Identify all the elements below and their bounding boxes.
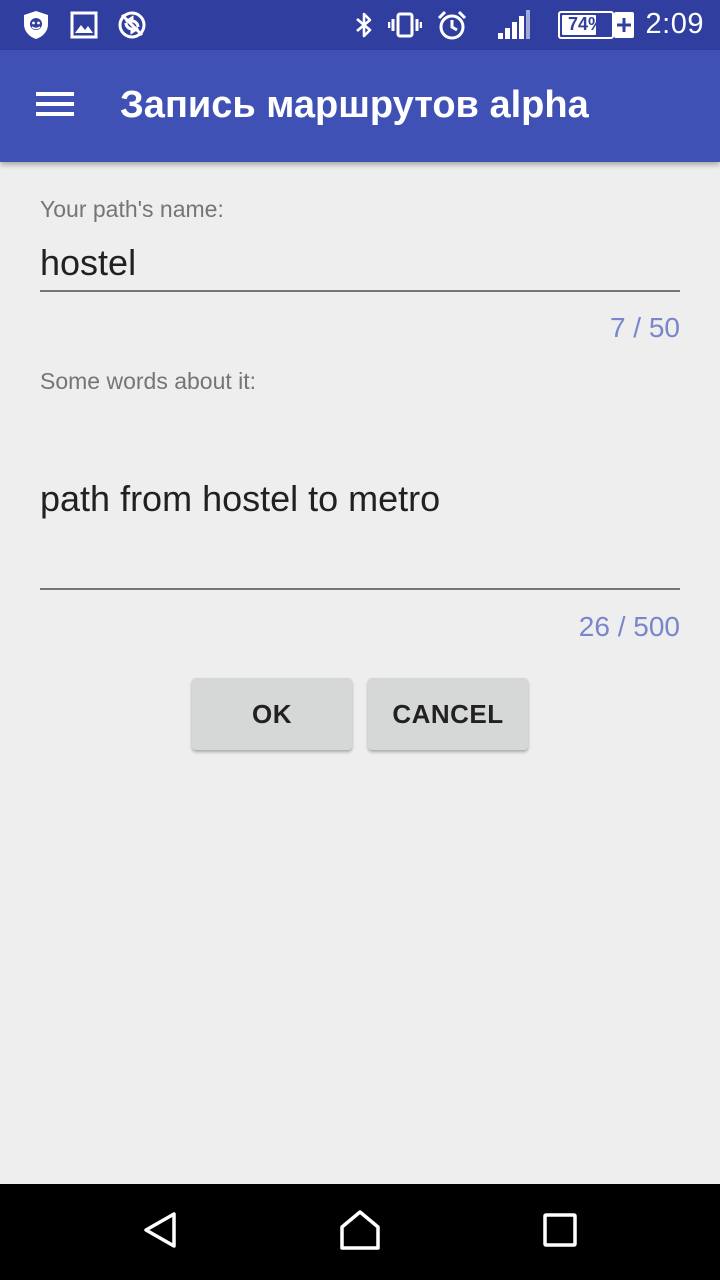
hamburger-menu-icon	[36, 89, 76, 124]
path-name-counter: 7 / 50	[609, 312, 680, 343]
cancel-button[interactable]: CANCEL	[368, 678, 528, 750]
app-bar: Запись маршрутов alpha	[0, 50, 720, 162]
image-icon	[68, 9, 100, 41]
app-title: Запись маршрутов alpha	[120, 84, 589, 126]
home-icon	[338, 1209, 382, 1256]
path-name-input[interactable]	[40, 242, 680, 284]
no-sync-icon	[116, 9, 148, 41]
shield-icon	[20, 9, 52, 41]
back-icon	[140, 1210, 180, 1255]
description-field[interactable]	[40, 410, 680, 590]
path-name-field[interactable]	[40, 236, 680, 292]
clock-time: 2:09	[645, 8, 704, 40]
back-button[interactable]	[112, 1198, 208, 1266]
battery-percent: 74%	[567, 14, 605, 34]
menu-button[interactable]	[20, 74, 92, 138]
ok-button[interactable]: OK	[192, 678, 352, 750]
alarm-icon	[436, 9, 468, 41]
signal-icon	[496, 9, 532, 41]
vibrate-icon	[387, 9, 423, 41]
home-button[interactable]	[312, 1198, 408, 1266]
battery-charging-icon: 74%	[558, 11, 614, 39]
description-counter: 26 / 500	[578, 611, 680, 642]
recents-button[interactable]	[512, 1198, 608, 1266]
description-label: Some words about it:	[40, 368, 257, 394]
description-input[interactable]	[40, 478, 680, 520]
navigation-bar	[0, 1184, 720, 1280]
charging-plus-icon	[614, 12, 634, 38]
bluetooth-icon	[348, 9, 380, 41]
recents-icon	[542, 1212, 578, 1253]
status-bar: 74% 2:09	[0, 0, 720, 50]
path-name-label: Your path's name:	[40, 196, 224, 222]
